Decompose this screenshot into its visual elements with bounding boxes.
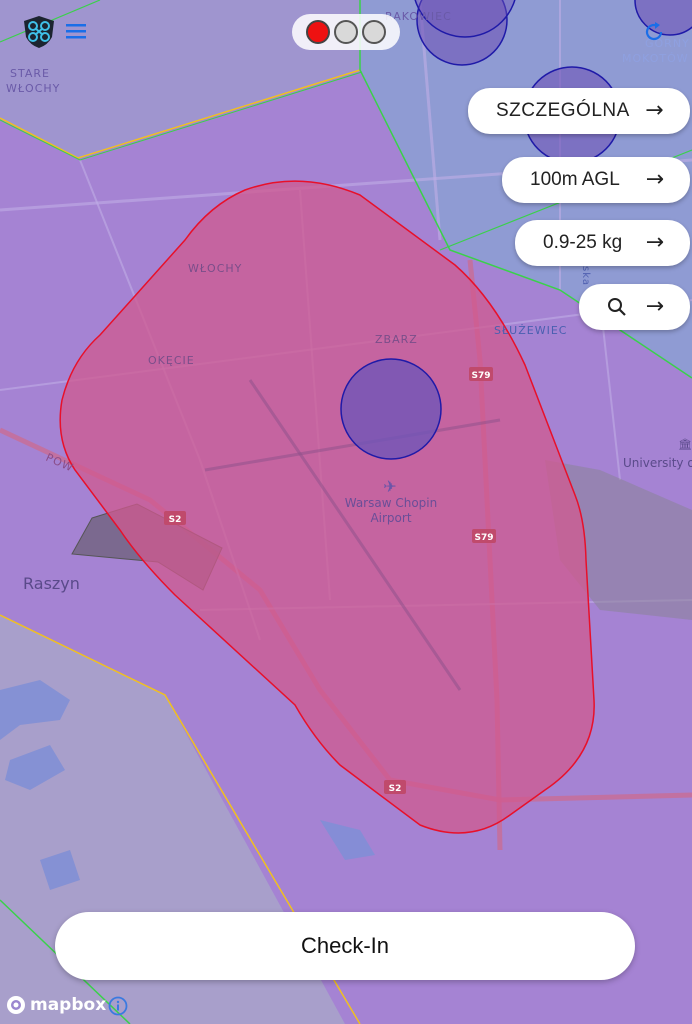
arrow-right-icon: →	[645, 294, 664, 319]
search-button[interactable]: →	[579, 284, 690, 330]
category-label: SZCZEGÓLNA	[496, 100, 630, 121]
label-mokotow: MOKOTÓW	[622, 52, 689, 65]
airport-icon: ✈	[383, 477, 396, 496]
status-lights	[292, 14, 400, 50]
altitude-filter-button[interactable]: 100m AGL →	[502, 157, 690, 203]
status-light-2	[334, 20, 358, 44]
weight-filter-button[interactable]: 0.9-25 kg →	[515, 220, 690, 266]
mapbox-attribution[interactable]: mapbox	[6, 995, 106, 1015]
refresh-icon[interactable]	[642, 20, 666, 44]
svg-text:S79: S79	[471, 371, 490, 381]
label-wlochy: WŁOCHY	[188, 262, 242, 275]
label-airport-line1: Warsaw Chopin	[345, 496, 438, 510]
label-wlochy-top: WŁOCHY	[6, 82, 60, 95]
altitude-label: 100m AGL	[530, 169, 620, 190]
label-zbarz: ZBARZ	[375, 333, 418, 346]
status-light-red	[306, 20, 330, 44]
map-canvas[interactable]: S79 S2 S79 S2 ✈ STARE WŁOCHY RAKOWIEC GÓ…	[0, 0, 692, 1024]
mapbox-logo-icon	[7, 996, 25, 1014]
check-in-button[interactable]: Check-In	[55, 912, 635, 980]
label-university: University of	[623, 456, 692, 470]
label-raszyn: Raszyn	[23, 574, 80, 593]
arrow-right-icon: →	[645, 167, 664, 192]
mapbox-brand: mapbox	[30, 995, 107, 1015]
label-stare: STARE	[10, 67, 50, 80]
category-filter-button[interactable]: SZCZEGÓLNA →	[468, 88, 690, 134]
svg-text:S79: S79	[474, 533, 493, 543]
status-light-3	[362, 20, 386, 44]
weight-label: 0.9-25 kg	[543, 232, 623, 253]
info-icon[interactable]	[108, 996, 128, 1016]
drone-shield-logo-icon[interactable]	[22, 15, 56, 49]
hamburger-menu-icon[interactable]	[66, 22, 86, 40]
svg-text:S2: S2	[169, 515, 182, 525]
university-icon: 🏛	[678, 438, 692, 451]
label-okecie: OKĘCIE	[148, 354, 195, 367]
svg-text:S2: S2	[389, 784, 402, 794]
search-icon	[608, 298, 626, 316]
arrow-right-icon: →	[645, 98, 664, 123]
label-sluzewiec: SŁUŻEWIEC	[494, 324, 567, 337]
label-airport-line2: Airport	[370, 511, 411, 525]
zone-circle-airport	[340, 358, 442, 460]
arrow-right-icon: →	[645, 230, 664, 255]
label-ska: ska	[580, 266, 591, 286]
